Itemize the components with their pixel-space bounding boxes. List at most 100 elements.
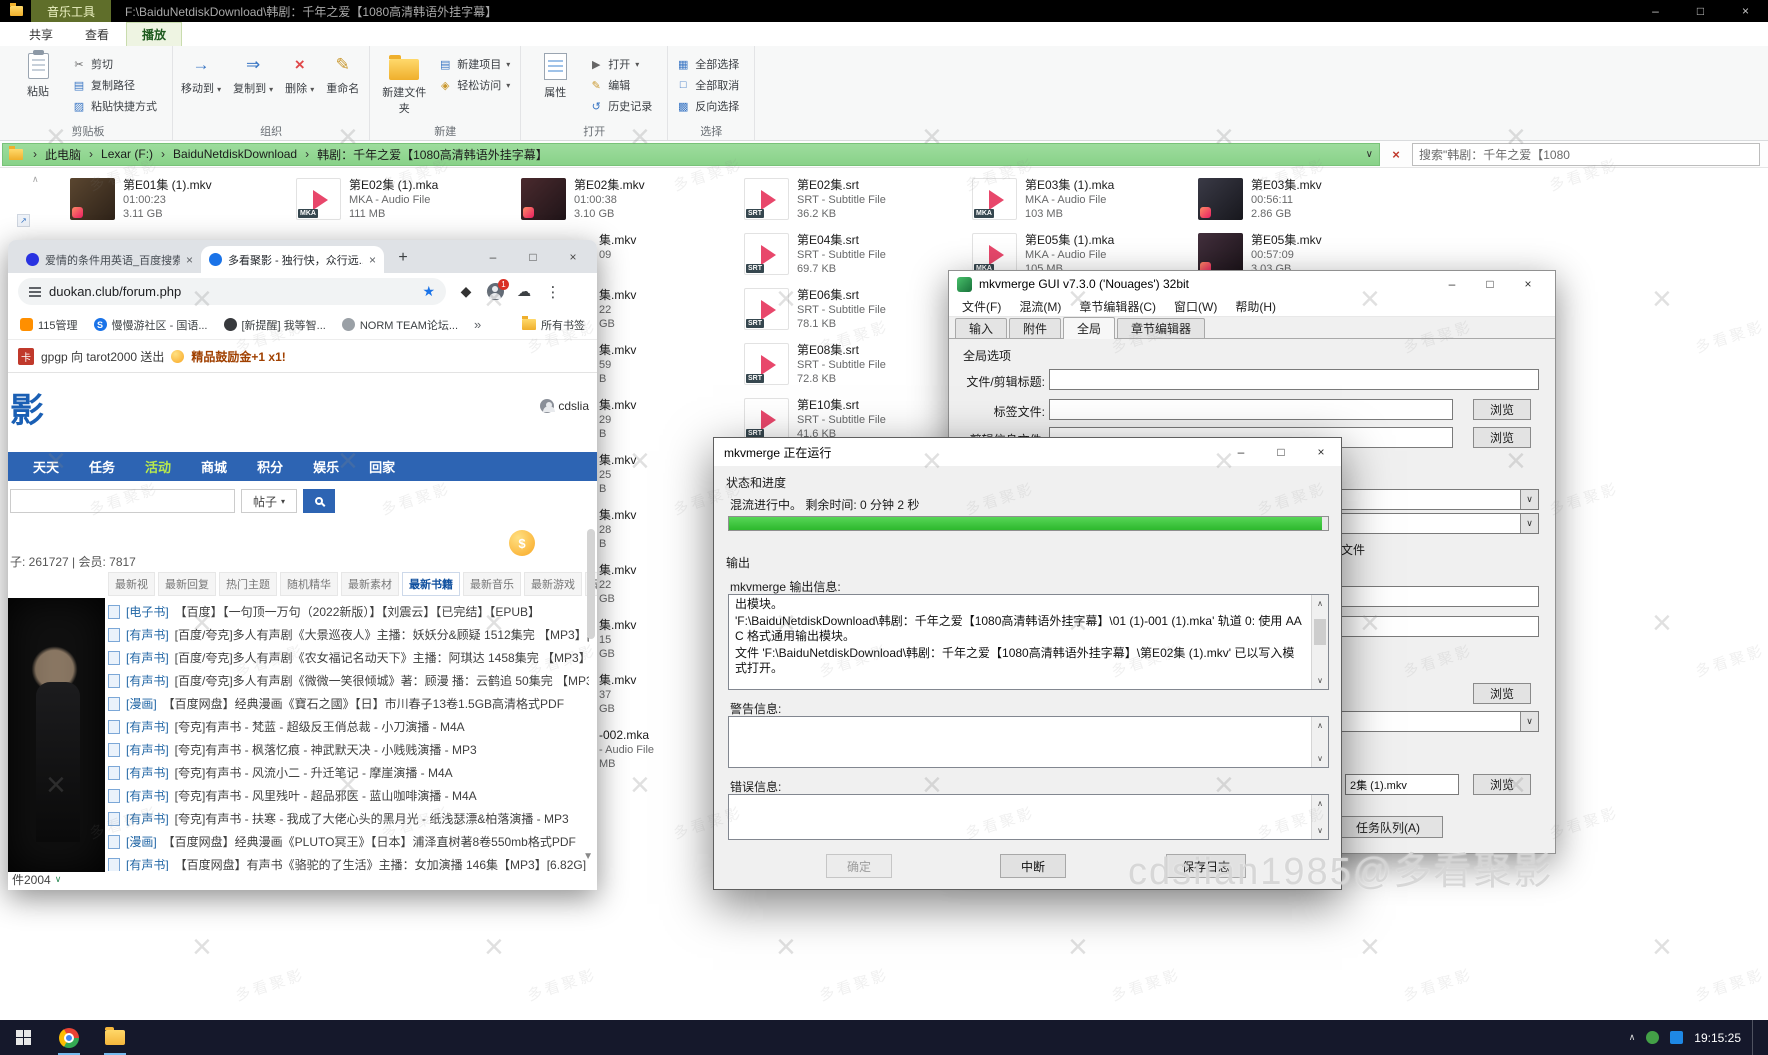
minimize-button[interactable]: – <box>473 250 513 264</box>
close-button[interactable]: × <box>1723 0 1768 22</box>
title-input[interactable] <box>1049 369 1539 390</box>
tray-icon-green[interactable] <box>1646 1031 1659 1044</box>
scrollbar[interactable] <box>587 379 595 739</box>
post-category[interactable]: [有声书] <box>126 741 169 758</box>
taskbar-explorer[interactable] <box>92 1020 138 1055</box>
nav-item[interactable]: 商城 <box>186 457 242 476</box>
gui-tab[interactable]: 章节编辑器 <box>1117 318 1205 338</box>
post-title[interactable]: [夸克]有声书 - 梵蓝 - 超级反王俏总裁 - 小刀演播 - M4A <box>175 718 465 735</box>
shortcut-icon[interactable]: ↗ <box>17 214 30 227</box>
file-tile[interactable]: SRT 第E04集.srt SRT - Subtitle File 69.7 K… <box>740 231 958 286</box>
tags-input[interactable] <box>1049 399 1453 420</box>
tab-close-icon[interactable]: × <box>369 253 376 267</box>
extension-icon[interactable]: ◆ <box>457 283 475 301</box>
maximize-button[interactable]: □ <box>513 250 553 264</box>
post-title[interactable]: [夸克]有声书 - 扶寒 - 我成了大佬心头的黑月光 - 纸浅瑟漂&柏落演播 -… <box>175 810 569 827</box>
search-type-select[interactable]: 帖子▾ <box>241 489 297 513</box>
explorer-titlebar[interactable]: 音乐工具 F:\BaiduNetdiskDownload\韩剧：千年之爱【108… <box>0 0 1768 22</box>
ribbon-item[interactable]: ✎ 重命名 <box>326 54 359 96</box>
nav-item[interactable]: 积分 <box>242 457 298 476</box>
page-status[interactable]: 件2004 ∨ <box>12 871 61 888</box>
post-category[interactable]: [有声书] <box>126 626 169 643</box>
properties-button[interactable]: 属性 <box>529 50 581 100</box>
warning-log[interactable]: ∧∨ <box>728 716 1329 768</box>
breadcrumb-item[interactable]: Lexar (F:) <box>81 146 153 163</box>
file-tile[interactable]: 集.mkv 28 B <box>599 506 654 561</box>
menu-kebab-icon[interactable]: ⋮ <box>544 283 562 301</box>
ribbon-tab[interactable]: 查看 <box>70 22 124 46</box>
all-bookmarks-button[interactable]: 所有书签 <box>522 317 585 333</box>
search-input[interactable] <box>1412 143 1760 166</box>
menu-item[interactable]: 帮助(H) <box>1226 298 1285 315</box>
scroll-up-icon[interactable]: ∧ <box>32 174 39 185</box>
post-row[interactable]: [有声书] [夸克]有声书 - 枫落忆痕 - 神武默天决 - 小贱贱演播 - M… <box>108 738 589 761</box>
taskbar-chrome[interactable] <box>46 1020 92 1055</box>
scrollbar[interactable]: ∧∨ <box>1311 595 1328 689</box>
file-tile[interactable]: 集.mkv 37 GB <box>599 671 654 726</box>
nav-item[interactable]: 回家 <box>354 457 410 476</box>
abort-button[interactable]: 中断 <box>1000 854 1066 878</box>
latest-tab[interactable]: 最新游戏 <box>524 572 582 596</box>
nav-item[interactable]: 任务 <box>74 457 130 476</box>
file-tile[interactable]: MKA 第E03集 (1).mka MKA - Audio File 103 M… <box>968 176 1186 231</box>
coin-icon[interactable]: $ <box>509 530 535 556</box>
file-tile[interactable]: 集.mkv 22 GB <box>599 286 654 341</box>
menu-item[interactable]: 窗口(W) <box>1165 298 1226 315</box>
error-log[interactable]: ∧∨ <box>728 794 1329 840</box>
menu-item[interactable]: 混流(M) <box>1010 298 1070 315</box>
tab-close-icon[interactable]: × <box>186 253 193 267</box>
bookmark-item[interactable]: 115管理 <box>20 317 78 333</box>
post-title[interactable]: [百度/夸克]多人有声剧《大景巡夜人》主播：妖妖分&顾疑 1512集完 【MP3… <box>175 626 589 643</box>
browser-tab[interactable]: 多看聚影 - 独行快，众行远... × <box>201 246 384 273</box>
post-category[interactable]: [漫画] <box>126 833 157 850</box>
browse-button[interactable]: 浏览 <box>1473 774 1531 795</box>
ribbon-item[interactable]: ▤ 新建项目 ▾ <box>438 56 510 72</box>
latest-tab[interactable]: 最新回复 <box>158 572 216 596</box>
post-category[interactable]: [漫画] <box>126 695 157 712</box>
file-tile[interactable]: 集.mkv 59 B <box>599 341 654 396</box>
ribbon-item[interactable]: ▨ 粘贴快捷方式 <box>72 98 162 114</box>
ribbon-item[interactable]: ▦ 全部选择 <box>676 56 744 72</box>
paste-button[interactable]: 粘贴 <box>12 50 64 99</box>
browse-button[interactable]: 浏览 <box>1473 683 1531 704</box>
url-text[interactable]: duokan.club/forum.php <box>49 284 181 299</box>
ribbon-item[interactable]: □ 全部取消 <box>676 77 744 93</box>
latest-tab[interactable]: 热门主题 <box>219 572 277 596</box>
save-log-button[interactable]: 保存日志 <box>1166 854 1246 878</box>
minimize-button[interactable]: – <box>1433 277 1471 291</box>
latest-tab[interactable]: 最新素材 <box>341 572 399 596</box>
latest-tab[interactable]: 最新音乐 <box>463 572 521 596</box>
file-tile[interactable]: SRT 第E02集.srt SRT - Subtitle File 36.2 K… <box>740 176 958 231</box>
ribbon-item[interactable]: ▩ 反向选择 <box>676 98 744 114</box>
ribbon-item[interactable]: ✎ 编辑 <box>589 77 657 93</box>
site-info-icon[interactable] <box>29 287 41 289</box>
file-tile[interactable]: 第E02集.mkv 01:00:38 3.10 GB <box>517 176 735 231</box>
site-logo[interactable]: 影 <box>10 383 44 432</box>
file-tile[interactable]: MKA 第E02集 (1).mka MKA - Audio File 111 M… <box>292 176 510 231</box>
breadcrumb-item[interactable]: 此电脑 <box>25 146 81 163</box>
close-button[interactable]: × <box>553 250 593 264</box>
file-tile[interactable]: 第E01集 (1).mkv 01:00:23 3.11 GB <box>66 176 284 231</box>
ribbon-item[interactable]: ▤ 复制路径 <box>72 77 162 93</box>
post-title[interactable]: 【百度网盘】经典漫画《寶石之國》【日】市川春子13卷1.5GB高清格式PDF <box>163 695 564 712</box>
post-category[interactable]: [有声书] <box>126 856 169 871</box>
start-button[interactable] <box>0 1020 46 1055</box>
post-row[interactable]: [有声书] [百度/夸克]多人有声剧《大景巡夜人》主播：妖妖分&顾疑 1512集… <box>108 623 589 646</box>
post-category[interactable]: [有声书] <box>126 787 169 804</box>
file-tile[interactable]: -002.mka - Audio File MB <box>599 726 654 781</box>
post-title[interactable]: [夸克]有声书 - 风流小二 - 升迁笔记 - 摩崖演播 - M4A <box>175 764 453 781</box>
mkvmerge-titlebar[interactable]: mkvmerge GUI v7.3.0 ('Nouages') 32bit – … <box>949 271 1555 297</box>
bookmark-item[interactable]: S 慢慢游社区 - 国语... <box>94 317 208 333</box>
tray-expand-icon[interactable]: ∧ <box>1629 1032 1636 1043</box>
file-tile[interactable]: 集.mkv 25 B <box>599 451 654 506</box>
maximize-button[interactable]: □ <box>1261 438 1301 466</box>
post-row[interactable]: [有声书] [夸克]有声书 - 梵蓝 - 超级反王俏总裁 - 小刀演播 - M4… <box>108 715 589 738</box>
file-tile[interactable]: 集.mkv 15 GB <box>599 616 654 671</box>
file-tile[interactable]: SRT 第E08集.srt SRT - Subtitle File 72.8 K… <box>740 341 958 396</box>
ribbon-item[interactable]: ↺ 历史记录 <box>589 98 657 114</box>
breadcrumb-item[interactable]: 韩剧：千年之爱【1080高清韩语外挂字幕】 <box>297 146 548 163</box>
post-row[interactable]: [电子书] 【百度】【一句顶一万句（2022新版）】【刘震云】【已完结】【EPU… <box>108 600 589 623</box>
chevron-down-icon[interactable]: ∨ <box>1366 149 1373 160</box>
bookmarks-overflow-icon[interactable]: » <box>474 317 481 332</box>
minimize-button[interactable]: – <box>1633 0 1678 22</box>
